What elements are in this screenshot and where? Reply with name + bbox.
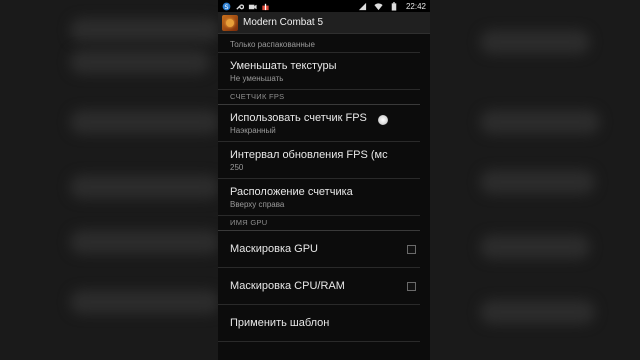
section-header-fps: СЧЕТЧИК FPS [218,90,420,105]
settings-item-use-fps-counter[interactable]: Использовать счетчик FPS Наэкранный [218,105,420,142]
blur-shape [70,50,210,74]
app-title: Modern Combat 5 [243,17,324,28]
setting-title: Маскировка GPU [230,243,319,255]
settings-item-partial[interactable]: Только распакованные [218,34,420,53]
setting-title: Применить шаблон [230,317,330,329]
settings-list: Только распакованные Уменьшать текстуры … [218,34,430,342]
settings-item-mask-gpu[interactable]: Маскировка GPU [218,231,420,268]
wrench-icon [235,2,244,11]
setting-summary: Не уменьшать [230,74,284,83]
setting-title: Использовать счетчик FPS [230,112,367,124]
setting-summary: Наэкранный [230,126,276,135]
blur-shape [70,110,218,134]
setting-title: Уменьшать текстуры [230,60,337,72]
blur-shape [70,18,218,42]
wifi-icon [374,2,383,11]
gift-icon [261,2,270,11]
blur-shape [480,235,590,259]
phone-screen: S 22:42 Modern Combat 5 Только распакова… [218,0,430,360]
touch-indicator [378,115,388,125]
blur-shape [480,110,600,134]
blur-shape [70,290,218,314]
blur-shape [70,175,218,199]
blur-shape [480,300,595,324]
settings-item-fps-interval[interactable]: Интервал обновления FPS (мс 250 [218,142,420,179]
blurred-background-left [0,0,218,360]
skype-icon: S [222,2,231,11]
svg-text:S: S [225,3,229,10]
settings-item-apply-template[interactable]: Применить шаблон [218,305,420,342]
setting-summary: Только распакованные [230,40,315,49]
settings-item-mask-cpu-ram[interactable]: Маскировка CPU/RAM [218,268,420,305]
setting-title: Маскировка CPU/RAM [230,280,345,292]
signal-icon [358,2,367,11]
mask-gpu-checkbox[interactable] [407,245,416,254]
setting-summary: Вверху справа [230,200,285,209]
clock: 22:42 [405,1,426,11]
action-bar: Modern Combat 5 [218,12,430,34]
setting-title: Интервал обновления FPS (мс [230,149,388,161]
setting-title: Расположение счетчика [230,186,353,198]
settings-item-counter-position[interactable]: Расположение счетчика Вверху справа [218,179,420,216]
battery-icon [390,1,399,11]
setting-summary: 250 [230,163,244,172]
section-header-gpu: ИМЯ GPU [218,216,420,231]
mask-cpu-ram-checkbox[interactable] [407,282,416,291]
blurred-background-right [430,0,640,360]
app-icon[interactable] [222,14,238,31]
settings-item-reduce-textures[interactable]: Уменьшать текстуры Не уменьшать [218,53,420,90]
blur-shape [480,170,595,194]
camera-icon [248,2,257,11]
status-bar: S 22:42 [218,0,430,12]
blur-shape [480,30,590,54]
blur-shape [70,230,218,254]
